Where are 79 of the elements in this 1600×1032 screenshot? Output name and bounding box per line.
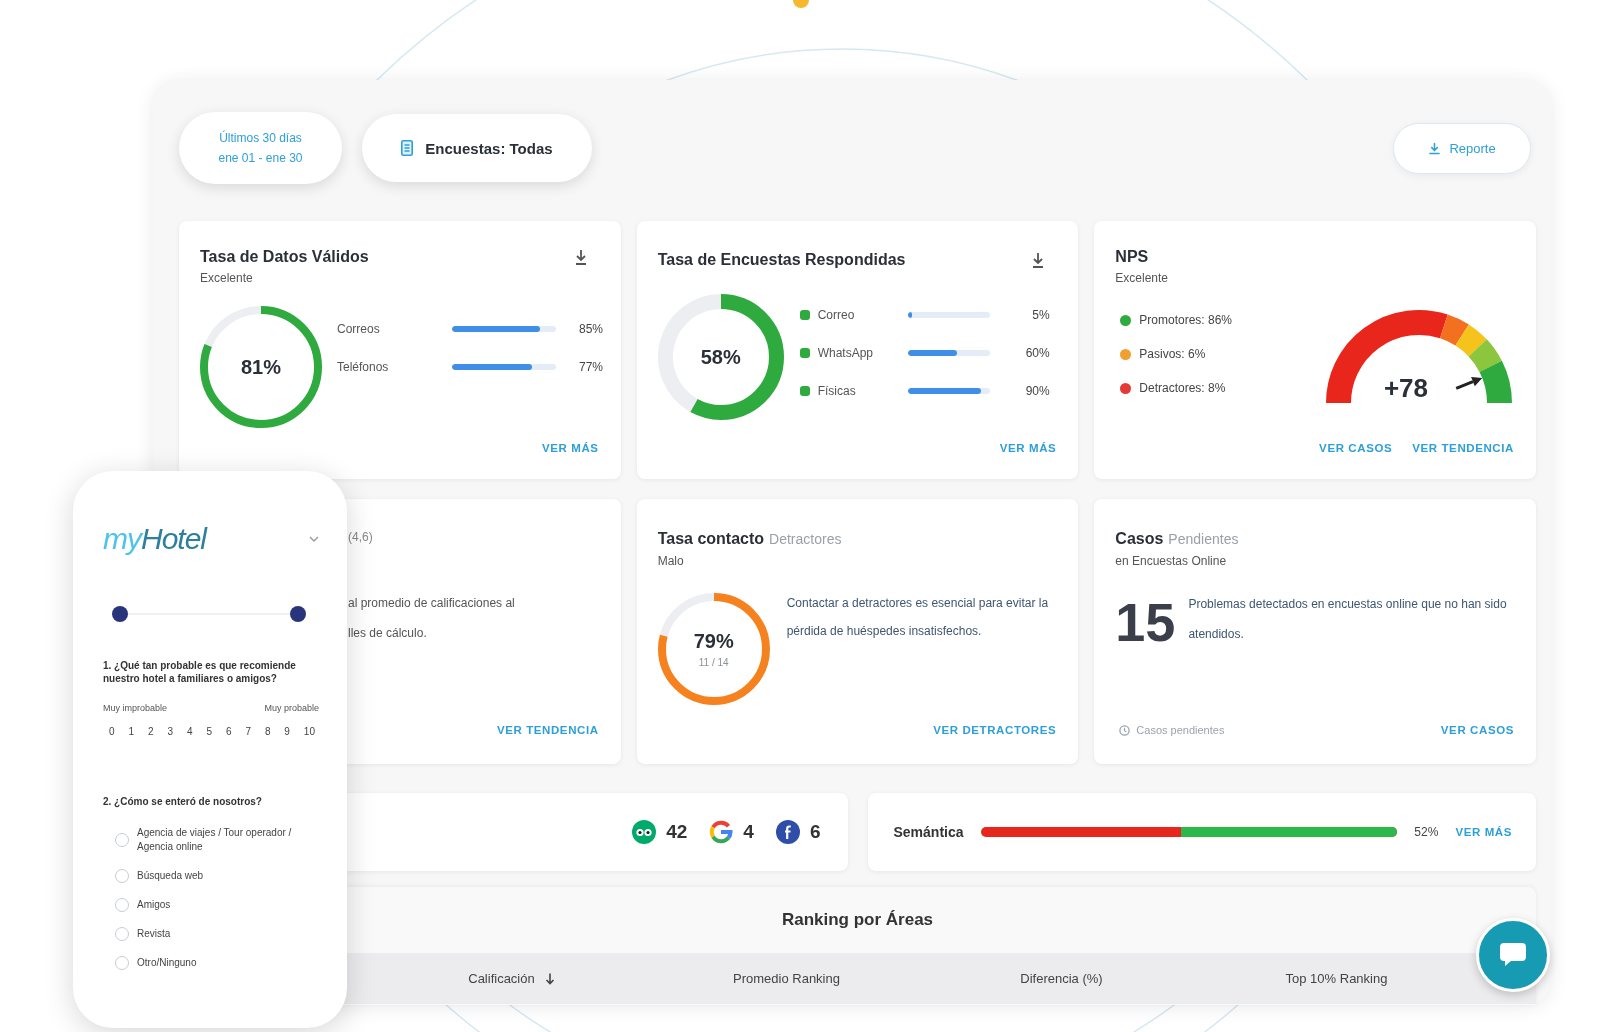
card-title: NPS (1115, 247, 1149, 266)
footer-note: Casos pendientes (1136, 724, 1225, 736)
option-label: Búsqueda web (137, 869, 204, 883)
option-label: Amigos (137, 898, 171, 912)
card-title: Tasa de Datos Válidos (200, 247, 369, 266)
sort-arrow-icon (544, 972, 555, 985)
column-header[interactable]: Promedio Ranking (727, 967, 846, 990)
section-title: Ranking por Áreas (781, 910, 934, 930)
legend-label: Promotores: 86% (1139, 312, 1233, 328)
card-title: (4,6) (348, 529, 373, 545)
chevron-icon[interactable] (309, 536, 319, 542)
row-label: Correo (817, 307, 856, 323)
semantics-value: 52% (1414, 825, 1439, 839)
ring-track (204, 306, 262, 348)
card-title: Casos (1115, 529, 1164, 548)
card-subtitle: Excelente (200, 271, 254, 286)
scale-option[interactable]: 4 (186, 726, 193, 737)
row-label: Correos (337, 321, 381, 337)
row-label: Físicas (817, 383, 857, 399)
survey-filter[interactable]: Encuestas: Todas (362, 114, 592, 182)
download-icon[interactable] (1032, 252, 1045, 268)
card-text: al promedio de calificaciones al lles de cálculo. (348, 595, 516, 642)
question-text: 2. ¿Cómo se enteró de nosotros? (103, 795, 263, 808)
card-text: Contactar a detractores es esencial para evitar la pérdida de huéspedes insatisfechos. (786, 595, 1050, 640)
scale-option[interactable]: 5 (206, 726, 212, 737)
column-header[interactable]: Diferencia (%) (1014, 967, 1109, 990)
scale-option[interactable]: 8 (264, 726, 271, 737)
row-value: 5% (1031, 307, 1050, 323)
row-label: Teléfonos (337, 359, 390, 375)
option-label: Revista (137, 927, 171, 941)
f-logo-icon (775, 820, 800, 844)
review-count: 4 (743, 821, 754, 843)
g-logo-icon (709, 820, 734, 844)
row-label: WhatsApp (817, 345, 874, 361)
column-header[interactable]: Top 10% Ranking (1279, 967, 1394, 990)
row-value: 60% (1024, 345, 1050, 361)
ring-value: 81% (241, 355, 281, 379)
card-text: Problemas detectados en encuestas online que no han sido atendidos. (1188, 596, 1508, 643)
card-title: Tasa de Encuestas Respondidas (657, 250, 906, 269)
case-count: 15 (1115, 595, 1176, 649)
legend-label: Detractores: 8% (1139, 380, 1226, 396)
card-title: Tasa contacto (657, 529, 765, 548)
card-subtitle: Malo (657, 554, 685, 569)
chat-icon (1499, 942, 1527, 968)
scale-option[interactable]: 6 (225, 726, 232, 737)
scale-label: Muy improbable (103, 703, 168, 713)
scale-option[interactable]: 1 (128, 726, 135, 737)
card-subtitle: Excelente (1115, 271, 1169, 286)
question-text: 1. ¿Qué tan probable es que recomiende nuestro hotel a familiares o amigos? (103, 659, 297, 685)
ring-caption: 11 / 14 (698, 656, 729, 669)
download-icon[interactable] (574, 249, 587, 265)
review-count: 42 (666, 821, 688, 843)
nps-value: +78 (1383, 374, 1429, 402)
ring-value: 79% (693, 629, 734, 653)
owl-icon (632, 820, 657, 844)
row-value: 90% (1024, 383, 1050, 399)
review-count: 6 (809, 821, 821, 843)
card-subtitle: en Encuestas Online (1115, 554, 1228, 569)
scale-option[interactable]: 7 (245, 726, 251, 737)
scale-option[interactable]: 10 (303, 726, 315, 737)
list-icon (401, 140, 414, 156)
legend-label: Pasivos: 6% (1139, 346, 1206, 362)
row-value: 77% (579, 359, 604, 375)
row-value: 85% (579, 321, 604, 337)
ring-value: 58% (700, 345, 741, 369)
scale-option[interactable]: 3 (167, 726, 173, 737)
scale-option[interactable]: 9 (284, 726, 290, 737)
download-icon (1428, 141, 1442, 155)
logo: myHotel (103, 521, 207, 557)
option-label: Otro/Ninguno (137, 956, 197, 970)
option-label: Agencia de viajes / Tour operador / Agencia online (137, 826, 293, 854)
title-note: Pendientes (1168, 530, 1239, 549)
semantics-label: Semántica (893, 824, 964, 840)
scale-label: Muy probable (264, 703, 319, 713)
clock-icon (1119, 724, 1131, 736)
scale-option[interactable]: 2 (147, 726, 154, 737)
scale-option[interactable]: 0 (109, 726, 115, 737)
column-header[interactable]: Calificación (462, 967, 561, 990)
title-note: Detractores (769, 530, 842, 549)
